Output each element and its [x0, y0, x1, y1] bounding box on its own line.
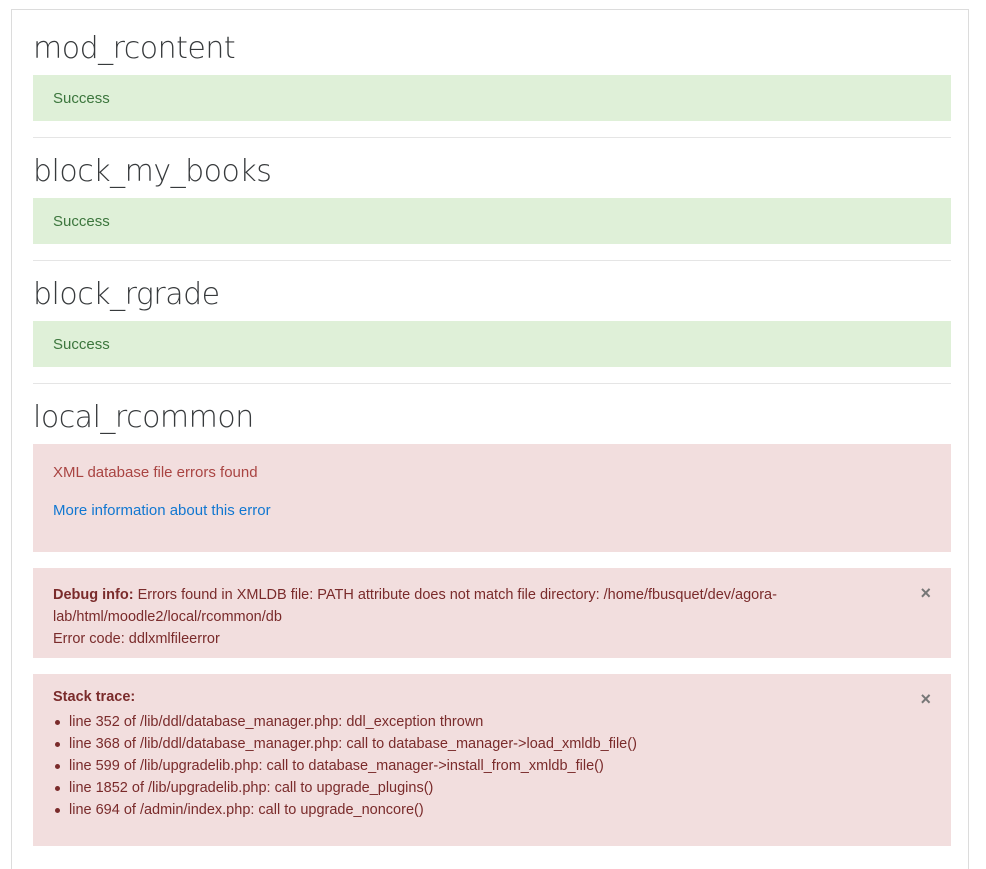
debug-label: Debug info: — [53, 587, 134, 603]
error-notification: XML database file errors found More info… — [33, 444, 951, 552]
debug-info-notification: Debug info: Errors found in XMLDB file: … — [33, 568, 951, 658]
success-message: Success — [53, 89, 110, 107]
error-message: XML database file errors found — [53, 464, 258, 481]
debug-text-line1: Errors found in XMLDB file: PATH attribu… — [137, 587, 777, 603]
stack-trace-notification: Stack trace: × line 352 of /lib/ddl/data… — [33, 674, 951, 846]
success-notification: Success — [33, 75, 951, 121]
plugin-heading: local_rcommon — [33, 400, 254, 435]
upgrade-results-panel: mod_rcontent Success block_my_books Succ… — [11, 9, 969, 869]
success-message: Success — [53, 335, 110, 353]
plugin-heading: mod_rcontent — [33, 31, 236, 66]
stack-trace-label: Stack trace: — [53, 689, 136, 705]
divider — [33, 260, 951, 261]
more-info-link[interactable]: More information about this error — [53, 502, 271, 519]
success-notification: Success — [33, 198, 951, 244]
success-notification: Success — [33, 321, 951, 367]
debug-error-code: Error code: ddlxmlfileerror — [53, 631, 220, 647]
stack-trace-item: line 599 of /lib/upgradelib.php: call to… — [53, 755, 637, 777]
stack-trace-list: line 352 of /lib/ddl/database_manager.ph… — [53, 711, 637, 821]
divider — [33, 383, 951, 384]
divider — [33, 137, 951, 138]
plugin-heading: block_rgrade — [33, 277, 220, 312]
stack-trace-item: line 694 of /admin/index.php: call to up… — [53, 799, 637, 821]
stack-trace-item: line 352 of /lib/ddl/database_manager.ph… — [53, 711, 637, 733]
plugin-heading: block_my_books — [33, 154, 272, 189]
stack-trace-item: line 1852 of /lib/upgradelib.php: call t… — [53, 777, 637, 799]
close-icon[interactable]: × — [920, 584, 931, 602]
debug-line-1: Debug info: Errors found in XMLDB file: … — [53, 584, 883, 606]
success-message: Success — [53, 212, 110, 230]
debug-text-line2: lab/html/moodle2/local/rcommon/db — [53, 609, 282, 625]
stack-trace-item: line 368 of /lib/ddl/database_manager.ph… — [53, 733, 637, 755]
close-icon[interactable]: × — [920, 690, 931, 708]
